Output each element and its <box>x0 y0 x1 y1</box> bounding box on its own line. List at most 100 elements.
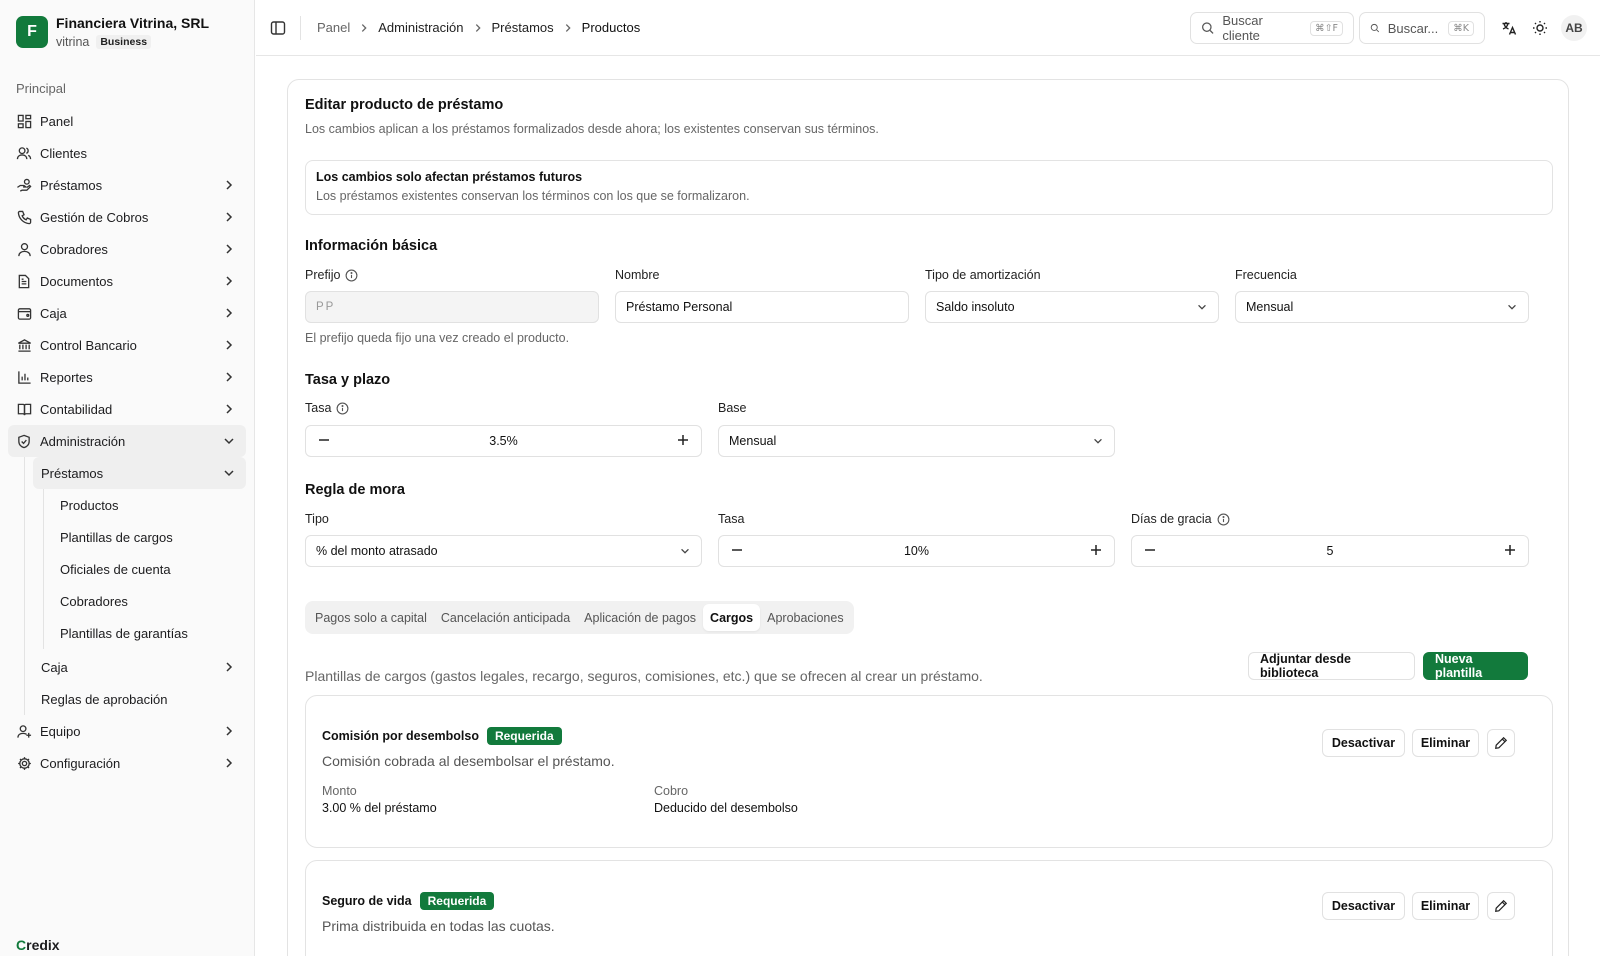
info-icon[interactable] <box>345 269 358 282</box>
chevron-right-icon <box>222 660 236 677</box>
search-icon <box>1202 22 1214 34</box>
section-title-rate: Tasa y plazo <box>305 372 391 388</box>
tab-cargos[interactable]: Cargos <box>703 604 761 631</box>
theme-toggle-button[interactable] <box>1530 18 1550 38</box>
submenu-item-prestamos[interactable]: Préstamos <box>33 457 246 489</box>
global-search-input[interactable]: Buscar... ⌘K <box>1359 12 1485 44</box>
submenu-item-oficiales-cuenta[interactable]: Oficiales de cuenta <box>52 553 246 585</box>
prefix-input[interactable]: PP <box>305 291 599 323</box>
breadcrumb-panel[interactable]: Panel <box>317 20 350 35</box>
org-switcher[interactable]: F Financiera Vitrina, SRL vitrina Busine… <box>16 15 209 49</box>
delete-button[interactable]: Eliminar <box>1412 729 1479 757</box>
sidebar-item-label: Clientes <box>40 145 87 161</box>
submenu-item-plantillas-cargos[interactable]: Plantillas de cargos <box>52 521 246 553</box>
edit-button[interactable] <box>1487 729 1515 757</box>
sidebar-item-control-bancario[interactable]: Control Bancario <box>8 329 246 361</box>
tab-cancelacion-anticipada[interactable]: Cancelación anticipada <box>434 604 577 631</box>
plus-icon[interactable] <box>677 434 689 449</box>
tab-pagos-capital[interactable]: Pagos solo a capital <box>308 604 434 631</box>
sidebar-item-label: Documentos <box>40 273 113 289</box>
sidebar-item-equipo[interactable]: Equipo <box>8 715 246 747</box>
grace-days-value[interactable]: 5 <box>1156 544 1504 558</box>
deactivate-button[interactable]: Desactivar <box>1322 729 1405 757</box>
document-icon <box>16 273 32 289</box>
submenu-item-label: Reglas de aprobación <box>41 691 168 707</box>
charge-amount: Monto 3.00 % del préstamo <box>322 784 437 815</box>
chevron-right-icon <box>222 402 236 419</box>
tab-aplicacion-pagos[interactable]: Aplicación de pagos <box>577 604 703 631</box>
phone-icon <box>16 209 32 225</box>
late-rate-value[interactable]: 10% <box>743 544 1090 558</box>
sidebar-item-configuracion[interactable]: Configuración <box>8 747 246 779</box>
rate-value[interactable]: 3.5% <box>330 434 677 448</box>
sidebar-item-reportes[interactable]: Reportes <box>8 361 246 393</box>
late-rate-stepper: 10% <box>718 535 1115 567</box>
sidebar-item-contabilidad[interactable]: Contabilidad <box>8 393 246 425</box>
grace-days-stepper: 5 <box>1131 535 1529 567</box>
breadcrumb-prestamos[interactable]: Préstamos <box>492 20 554 35</box>
submenu-item-reglas-aprobacion[interactable]: Reglas de aprobación <box>33 683 246 715</box>
sidebar-item-label: Control Bancario <box>40 337 137 353</box>
new-template-button[interactable]: Nueva plantilla <box>1423 652 1528 680</box>
minus-icon[interactable] <box>731 544 743 559</box>
breadcrumb-administracion[interactable]: Administración <box>378 20 463 35</box>
alert-description: Los préstamos existentes conservan los t… <box>316 189 750 203</box>
frequency-select[interactable]: Mensual <box>1235 291 1529 323</box>
charge-description: Prima distribuida en todas las cuotas. <box>322 918 555 934</box>
brand-logo: Credix <box>16 937 60 953</box>
submenu-item-plantillas-garantias[interactable]: Plantillas de garantías <box>52 617 246 649</box>
shield-icon <box>16 433 32 449</box>
edit-button[interactable] <box>1487 892 1515 920</box>
sidebar-item-prestamos[interactable]: Préstamos <box>8 169 246 201</box>
prestamos-submenu: Productos Plantillas de cargos Oficiales… <box>43 489 246 649</box>
tab-aprobaciones[interactable]: Aprobaciones <box>760 604 850 631</box>
search-client-label: Buscar cliente <box>1222 13 1263 43</box>
charge-title: Comisión por desembolso Requerida <box>322 727 562 745</box>
plus-icon[interactable] <box>1090 544 1102 559</box>
plus-icon[interactable] <box>1504 544 1516 559</box>
base-select[interactable]: Mensual <box>718 425 1115 457</box>
sidebar-item-administracion[interactable]: Administración <box>8 425 246 457</box>
name-input[interactable]: Préstamo Personal <box>615 291 909 323</box>
charge-name: Seguro de vida <box>322 894 412 908</box>
sidebar-item-label: Caja <box>40 305 67 321</box>
charge-collection: Cobro Deducido del desembolso <box>654 784 798 815</box>
sidebar-item-panel[interactable]: Panel <box>8 105 246 137</box>
wallet-icon <box>16 305 32 321</box>
bar-chart-icon <box>16 369 32 385</box>
submenu-item-caja[interactable]: Caja <box>33 651 246 683</box>
info-icon[interactable] <box>1217 513 1230 526</box>
sidebar-item-clientes[interactable]: Clientes <box>8 137 246 169</box>
charge-title: Seguro de vida Requerida <box>322 892 495 910</box>
info-icon[interactable] <box>336 402 349 415</box>
sidebar-item-caja[interactable]: Caja <box>8 297 246 329</box>
minus-icon[interactable] <box>1144 544 1156 559</box>
language-button[interactable] <box>1499 18 1519 38</box>
search-client-input[interactable]: Buscar cliente ⌘⇧F <box>1190 12 1354 44</box>
user-icon <box>16 241 32 257</box>
charges-description: Plantillas de cargos (gastos legales, re… <box>305 668 983 684</box>
sidebar-toggle-button[interactable] <box>268 18 288 38</box>
avatar[interactable]: AB <box>1561 15 1587 41</box>
amortization-select[interactable]: Saldo insoluto <box>925 291 1219 323</box>
delete-button[interactable]: Eliminar <box>1412 892 1479 920</box>
prefix-help: El prefijo queda fijo una vez creado el … <box>305 331 570 345</box>
sidebar-item-cobradores[interactable]: Cobradores <box>8 233 246 265</box>
grace-days-label: Días de gracia <box>1131 512 1230 526</box>
charge-card: Comisión por desembolso Requerida Comisi… <box>305 695 1553 848</box>
chevron-right-icon <box>222 306 236 323</box>
deactivate-button[interactable]: Desactivar <box>1322 892 1405 920</box>
attach-from-library-button[interactable]: Adjuntar desde biblioteca <box>1248 652 1415 680</box>
sidebar-item-gestion-cobros[interactable]: Gestión de Cobros <box>8 201 246 233</box>
submenu-item-label: Caja <box>41 659 68 675</box>
chevron-right-icon <box>222 242 236 259</box>
pencil-icon <box>1495 736 1508 749</box>
minus-icon[interactable] <box>318 434 330 449</box>
late-type-select[interactable]: % del monto atrasado <box>305 535 702 567</box>
submenu-item-cobradores[interactable]: Cobradores <box>52 585 246 617</box>
sidebar-item-documentos[interactable]: Documentos <box>8 265 246 297</box>
page-title: Editar producto de préstamo <box>305 97 504 113</box>
breadcrumb: Panel Administración Préstamos Productos <box>317 20 640 35</box>
submenu-item-productos[interactable]: Productos <box>52 489 246 521</box>
panel-left-icon <box>270 21 286 35</box>
